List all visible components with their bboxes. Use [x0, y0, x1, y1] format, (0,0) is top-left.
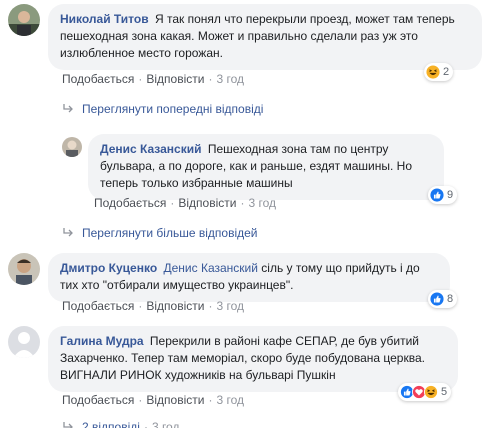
comment-nikolai-titov: Николай Титов Я так понял что перекрыли … — [8, 4, 482, 70]
avatar[interactable] — [8, 4, 40, 36]
haha-icon — [424, 385, 438, 399]
avatar[interactable] — [8, 326, 40, 358]
reply-arrow-icon — [63, 228, 73, 237]
view-replies-cutoff[interactable]: 2 відповіді · 3 год — [62, 420, 179, 428]
reaction-summary[interactable]: 2 — [424, 63, 454, 81]
reaction-count: 5 — [441, 386, 448, 398]
comment-bubble: Николай Титов Я так понял что перекрыли … — [48, 4, 482, 70]
reply-link[interactable]: Відповісти — [146, 299, 204, 313]
reaction-summary[interactable]: 8 — [428, 290, 458, 308]
separator-dot: · — [138, 72, 143, 86]
avatar[interactable] — [62, 137, 82, 157]
separator-dot: · — [143, 420, 148, 428]
mention-link[interactable]: Денис Казанский — [164, 261, 258, 275]
comment-halyna-mudra: Галина Мудра Перекрили в районі кафе СЕП… — [8, 326, 458, 392]
comment-bubble: Галина Мудра Перекрили в районі кафе СЕП… — [48, 326, 458, 392]
comment-author[interactable]: Николай Титов — [60, 12, 149, 26]
comment-bubble: Дмитро Куценко Денис Казанский сіль у то… — [48, 253, 450, 302]
reply-link[interactable]: Відповісти — [146, 72, 204, 86]
reply-denis-kazansky: Денис Казанский Пешеходная зона там по ц… — [62, 134, 444, 200]
comment-author[interactable]: Дмитро Куценко — [60, 261, 157, 275]
separator-dot: · — [170, 196, 175, 210]
avatar[interactable] — [8, 253, 40, 285]
like-link[interactable]: Подобається — [62, 299, 134, 313]
timestamp[interactable]: 3 год — [216, 393, 244, 407]
reply-link[interactable]: Відповісти — [146, 393, 204, 407]
view-more-replies[interactable]: Переглянути більше відповідей — [62, 226, 257, 240]
view-previous-replies-label: Переглянути попередні відповіді — [82, 102, 264, 116]
comment-author[interactable]: Галина Мудра — [60, 334, 144, 348]
comment-actions: Подобається · Відповісти · 3 год — [62, 72, 244, 86]
reaction-count: 9 — [447, 189, 454, 201]
reaction-summary[interactable]: 5 — [398, 383, 452, 401]
like-link[interactable]: Подобається — [62, 393, 134, 407]
view-previous-replies[interactable]: Переглянути попередні відповіді — [62, 102, 263, 116]
reply-link[interactable]: Відповісти — [178, 196, 236, 210]
comment-dmytro-kutsenko: Дмитро Куценко Денис Казанский сіль у то… — [8, 253, 450, 302]
reaction-count: 2 — [443, 66, 450, 78]
reply-arrow-icon — [63, 104, 73, 113]
separator-dot: · — [208, 393, 213, 407]
separator-dot: · — [138, 393, 143, 407]
comment-bubble: Денис Казанский Пешеходная зона там по ц… — [88, 134, 444, 200]
view-more-replies-label: Переглянути більше відповідей — [82, 226, 258, 240]
reaction-count: 8 — [447, 293, 454, 305]
like-icon — [430, 188, 444, 202]
timestamp[interactable]: 3 год — [216, 72, 244, 86]
like-link[interactable]: Подобається — [62, 72, 134, 86]
view-replies-label: 2 відповіді — [82, 420, 140, 428]
comment-actions: Подобається · Відповісти · 3 год — [62, 299, 244, 313]
separator-dot: · — [208, 72, 213, 86]
reply-arrow-icon — [63, 422, 73, 428]
comment-actions: Подобається · Відповісти · 3 год — [62, 393, 244, 407]
timestamp[interactable]: 3 год — [216, 299, 244, 313]
separator-dot: · — [208, 299, 213, 313]
timestamp: 3 год — [151, 420, 180, 428]
separator-dot: · — [240, 196, 245, 210]
like-icon — [430, 292, 444, 306]
reaction-summary[interactable]: 9 — [428, 186, 458, 204]
separator-dot: · — [138, 299, 143, 313]
like-link[interactable]: Подобається — [94, 196, 166, 210]
comment-actions: Подобається · Відповісти · 3 год — [94, 196, 276, 210]
comment-author[interactable]: Денис Казанский — [100, 142, 201, 156]
timestamp[interactable]: 3 год — [248, 196, 276, 210]
haha-icon — [426, 65, 440, 79]
